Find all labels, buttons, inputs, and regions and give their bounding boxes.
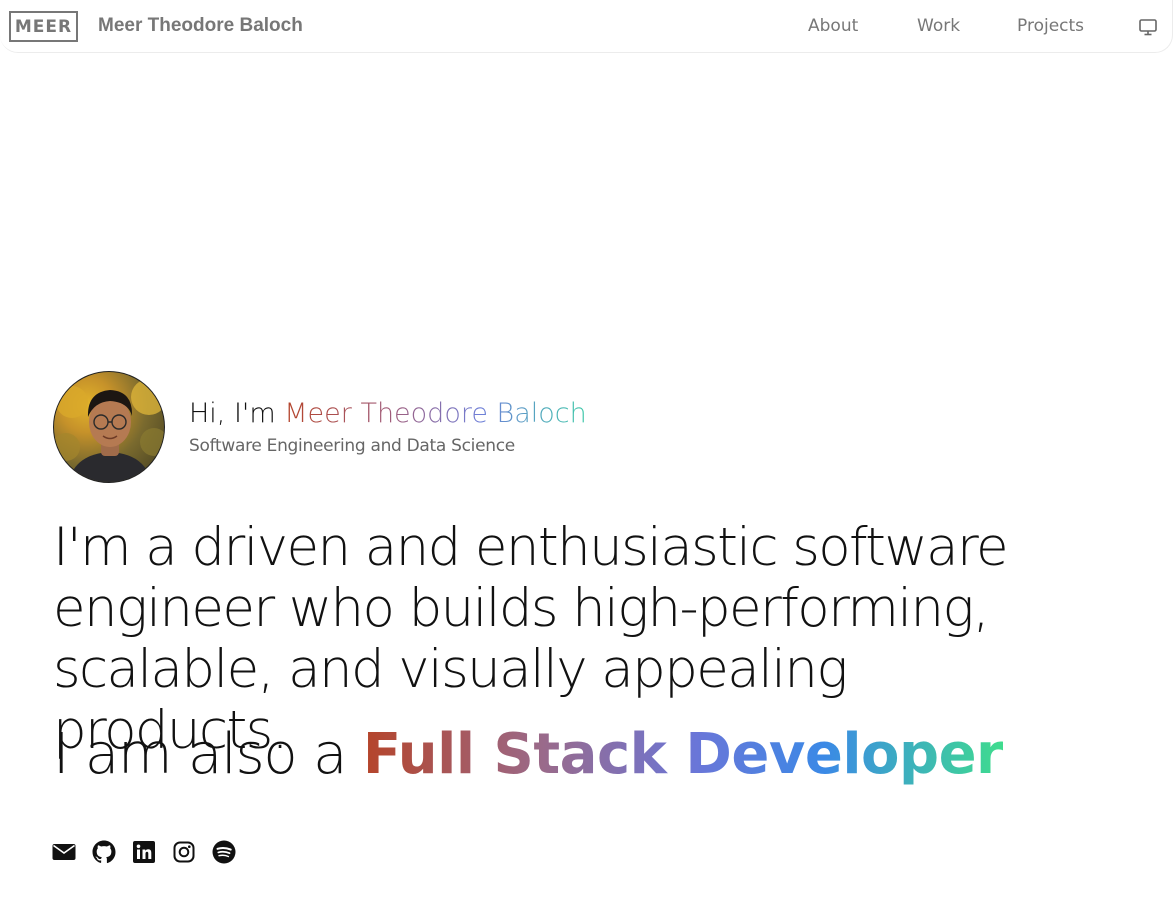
monitor-icon [1139, 19, 1157, 36]
instagram-icon [173, 841, 195, 863]
nav-link-projects[interactable]: Projects [1017, 16, 1084, 36]
linkedin-icon [133, 841, 155, 863]
navbar: MEER Meer Theodore Baloch About Work Pro… [0, 0, 1173, 53]
github-icon [92, 840, 116, 864]
greeting-heading: Hi, I'm Meer Theodore Baloch [189, 398, 587, 429]
role-line: I am also a Full Stack Developer [53, 720, 1004, 790]
brand-name[interactable]: Meer Theodore Baloch [98, 15, 303, 37]
greeting-name: Meer Theodore Baloch [284, 398, 587, 429]
subtitle: Software Engineering and Data Science [189, 436, 515, 456]
github-link[interactable] [92, 840, 116, 864]
avatar [53, 371, 165, 483]
role-title: Full Stack Developer [362, 722, 1004, 787]
email-link[interactable] [52, 840, 76, 864]
profile-photo [54, 379, 164, 482]
email-icon [52, 844, 76, 860]
nav-link-about[interactable]: About [808, 16, 858, 36]
brand-logo[interactable]: MEER [9, 11, 78, 42]
spotify-icon [212, 840, 236, 864]
greeting-prefix: Hi, I'm [189, 398, 285, 429]
spotify-link[interactable] [212, 840, 236, 864]
linkedin-link[interactable] [132, 840, 156, 864]
theme-toggle-button[interactable] [1136, 16, 1160, 38]
role-prefix: I am also a [53, 722, 363, 787]
social-links [52, 840, 236, 864]
nav-link-work[interactable]: Work [917, 16, 960, 36]
brand-logo-text: MEER [14, 16, 73, 37]
instagram-link[interactable] [172, 840, 196, 864]
